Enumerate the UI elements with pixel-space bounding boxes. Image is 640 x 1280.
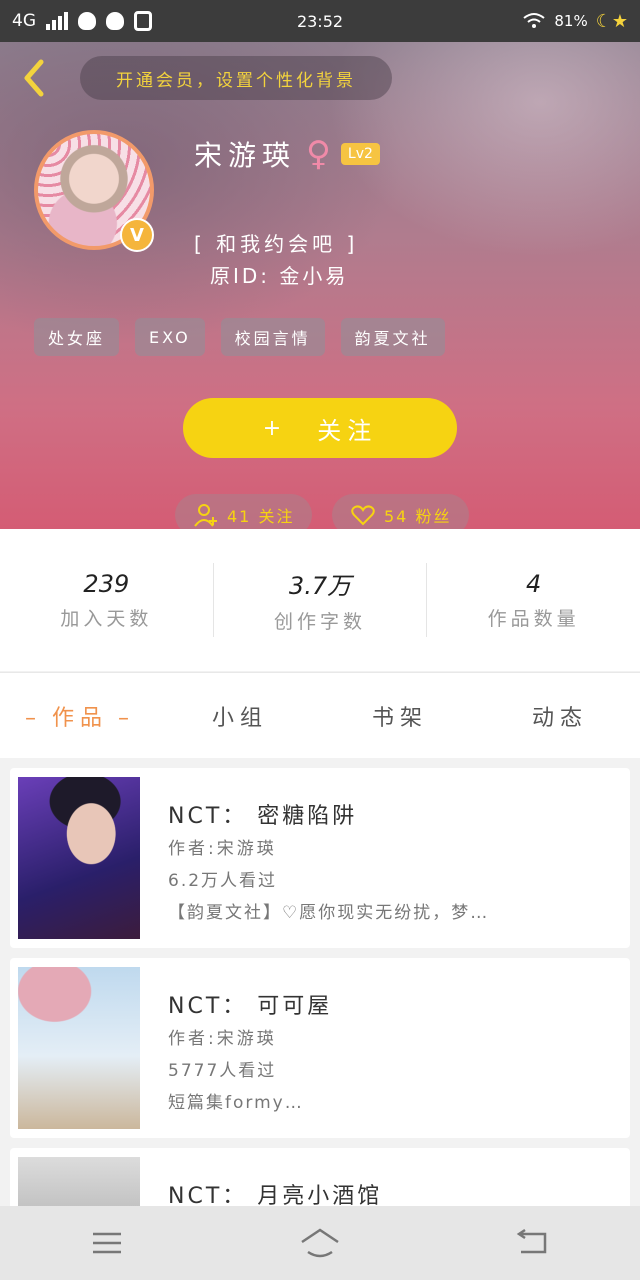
works-list: NCT： 密糖陷阱 作者:宋游瑛 6.2万人看过 【韵夏文社】♡愿你现实无纷扰，…	[10, 768, 630, 1280]
heart-icon	[351, 505, 375, 526]
profile-header: 开通会员，设置个性化背景 V 宋游瑛 ♀ Lv2 [ 和我约会吧 ] 原ID: …	[0, 42, 640, 536]
status-bar: 4G 23:52 81% ☾★	[0, 0, 640, 42]
follow-label: 关注	[317, 416, 378, 445]
back-button[interactable]	[14, 56, 54, 100]
tab-works[interactable]: 作品	[0, 700, 160, 732]
menu-icon[interactable]	[85, 1226, 129, 1260]
battery-level: 81%	[554, 12, 588, 30]
list-item[interactable]: NCT： 可可屋 作者:宋游瑛 5777人看过 短篇集formy…	[10, 958, 630, 1138]
work-desc: 【韵夏文社】♡愿你现实无纷扰，梦…	[168, 903, 490, 923]
stat-days: 239 加入天数	[0, 563, 213, 637]
work-views: 5777人看过	[168, 1061, 277, 1081]
back-arrow-icon	[24, 59, 44, 97]
stat-words: 3.7万 创作字数	[212, 563, 427, 637]
original-id: 原ID: 金小易	[210, 264, 349, 288]
tab-bar: 作品 小组 书架 动态	[0, 672, 640, 758]
signature: [ 和我约会吧 ]	[194, 232, 359, 256]
tab-groups[interactable]: 小组	[160, 700, 320, 732]
work-cover	[18, 777, 140, 939]
stat-label: 作品数量	[487, 607, 580, 630]
qq-icon	[78, 12, 96, 30]
storage-icon	[134, 11, 152, 31]
work-views: 6.2万人看过	[168, 871, 278, 891]
stats-panel: 239 加入天数 3.7万 创作字数 4 作品数量	[0, 529, 640, 671]
wifi-icon	[523, 13, 545, 28]
add-user-icon	[194, 504, 217, 527]
work-author: 作者:宋游瑛	[168, 1029, 277, 1049]
list-item[interactable]: NCT： 密糖陷阱 作者:宋游瑛 6.2万人看过 【韵夏文社】♡愿你现实无纷扰，…	[10, 768, 630, 948]
system-nav-bar	[0, 1206, 640, 1280]
work-title: NCT： 可可屋	[168, 994, 333, 1019]
level-badge: Lv2	[340, 143, 380, 165]
tag-item[interactable]: 处女座	[34, 318, 120, 356]
tab-label: 作品	[51, 705, 108, 731]
username: 宋游瑛	[194, 139, 297, 172]
tag-item[interactable]: 校园言情	[220, 318, 325, 356]
stat-value: 3.7万	[288, 572, 352, 600]
stat-value: 4	[526, 569, 542, 598]
night-mode-icon: ☾★	[595, 10, 628, 32]
back-icon[interactable]	[511, 1226, 555, 1260]
work-title: NCT： 密糖陷阱	[168, 804, 358, 829]
work-cover	[18, 967, 140, 1129]
stat-label: 创作字数	[274, 611, 367, 633]
female-icon: ♀	[306, 134, 331, 174]
tab-label: 动态	[531, 705, 588, 731]
vip-background-tip[interactable]: 开通会员，设置个性化背景	[80, 56, 392, 100]
tag-item[interactable]: 韵夏文社	[340, 318, 445, 356]
home-icon[interactable]	[298, 1226, 342, 1260]
work-desc: 短篇集formy…	[168, 1093, 304, 1113]
tab-bookshelf[interactable]: 书架	[320, 700, 480, 732]
following-count: 41 关注	[227, 507, 295, 526]
plus-icon: +	[262, 415, 288, 441]
name-row: 宋游瑛 ♀ Lv2	[194, 134, 380, 174]
signal-icon	[46, 12, 68, 30]
tag-item[interactable]: EXO	[135, 318, 205, 356]
tag-list: 处女座 EXO 校园言情 韵夏文社	[34, 318, 445, 356]
vip-badge: V	[120, 218, 154, 252]
qq-icon-2	[106, 12, 124, 30]
stat-value: 239	[83, 569, 130, 598]
tab-activity[interactable]: 动态	[480, 700, 640, 732]
work-author: 作者:宋游瑛	[168, 839, 277, 859]
network-label: 4G	[12, 11, 36, 31]
tab-label: 小组	[211, 705, 268, 731]
fans-count: 54 粉丝	[384, 507, 452, 526]
follow-button[interactable]: + 关注	[183, 398, 457, 458]
stat-label: 加入天数	[60, 607, 153, 630]
stat-works: 4 作品数量	[426, 563, 640, 637]
tab-label: 书架	[371, 705, 428, 731]
